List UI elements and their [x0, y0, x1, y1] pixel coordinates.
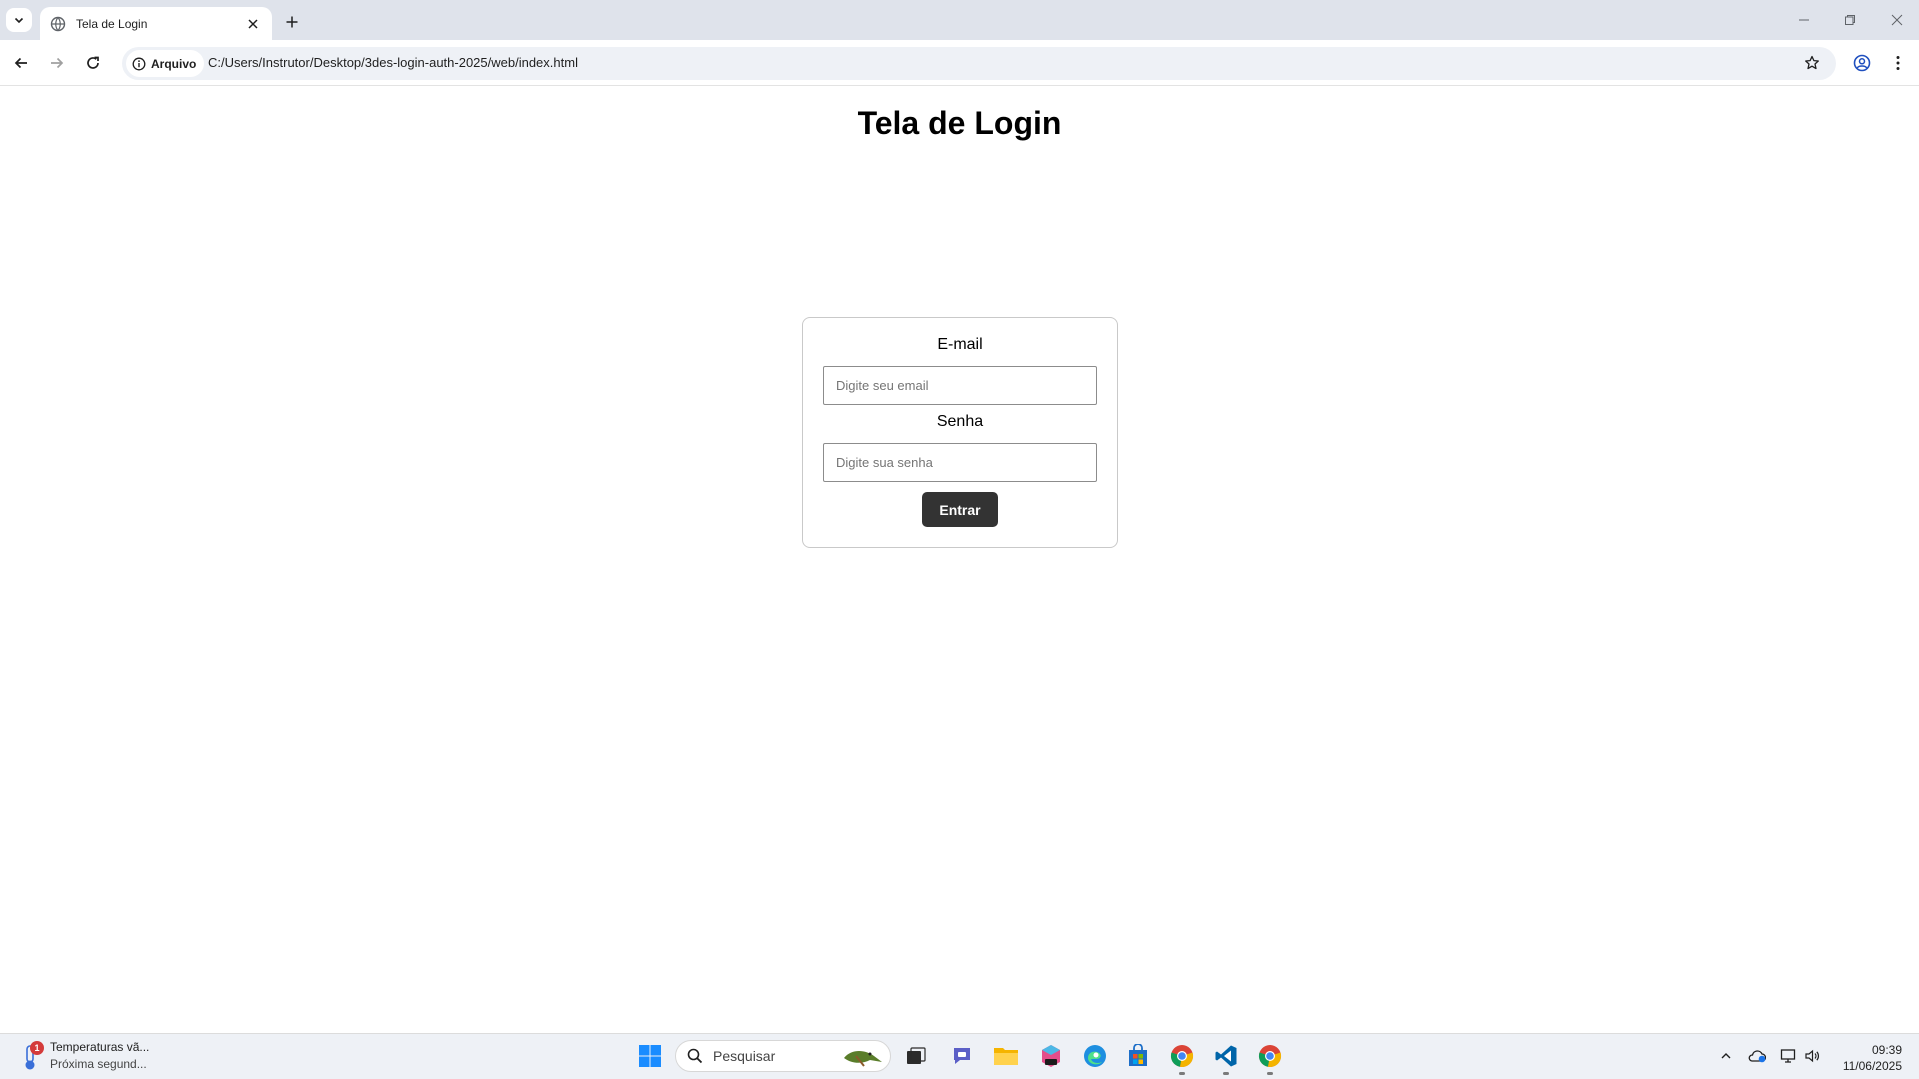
close-icon	[248, 18, 258, 29]
taskbar-search[interactable]: Pesquisar	[675, 1040, 891, 1072]
search-icon	[687, 1048, 703, 1064]
notification-badge: 1	[30, 1040, 44, 1055]
speaker-icon	[1805, 1049, 1820, 1063]
weather-widget[interactable]: 1 Temperaturas vã... Próxima segund...	[18, 1040, 149, 1071]
task-view-button[interactable]	[900, 1040, 932, 1072]
new-tab-button[interactable]	[280, 10, 304, 34]
chrome-app[interactable]	[1254, 1040, 1286, 1072]
tab-title: Tela de Login	[76, 16, 148, 31]
microsoft-365-icon	[1042, 1045, 1060, 1067]
profile-button[interactable]	[1849, 50, 1875, 76]
minimize-button[interactable]	[1792, 8, 1816, 32]
globe-icon	[50, 16, 66, 31]
microsoft-store-app[interactable]	[1122, 1040, 1154, 1072]
plus-icon	[286, 16, 298, 28]
network-icon	[1780, 1049, 1796, 1063]
restore-icon	[1845, 15, 1855, 25]
back-button[interactable]	[8, 50, 34, 76]
email-field[interactable]	[823, 366, 1097, 405]
password-field[interactable]	[823, 443, 1097, 482]
cloud-icon	[1748, 1050, 1766, 1063]
chrome-app[interactable]	[1166, 1040, 1198, 1072]
tab-close-button[interactable]	[244, 15, 262, 33]
chevron-down-icon	[14, 17, 24, 24]
account-icon	[1853, 54, 1871, 72]
running-indicator	[1179, 1072, 1185, 1075]
volume-tray[interactable]	[1801, 1045, 1823, 1067]
start-button[interactable]	[634, 1040, 666, 1072]
search-placeholder: Pesquisar	[713, 1048, 776, 1064]
reload-icon	[87, 56, 99, 69]
network-tray[interactable]	[1778, 1045, 1800, 1067]
forward-button[interactable]	[44, 50, 70, 76]
minimize-icon	[1799, 19, 1809, 21]
url-text[interactable]: C:/Users/Instrutor/Desktop/3des-login-au…	[208, 55, 578, 70]
show-hidden-icons-button[interactable]	[1715, 1045, 1737, 1067]
chat-app[interactable]	[946, 1040, 978, 1072]
chrome-icon	[1170, 1045, 1194, 1067]
running-indicator	[1267, 1072, 1273, 1075]
clock-date: 11/06/2025	[1842, 1059, 1902, 1073]
microsoft-365-app[interactable]	[1035, 1040, 1067, 1072]
system-clock[interactable]: 09:39 11/06/2025	[1832, 1042, 1902, 1074]
vscode-app[interactable]	[1210, 1040, 1242, 1072]
bird-illustration-icon	[844, 1051, 882, 1067]
bookmark-button[interactable]	[1799, 50, 1825, 76]
store-icon	[1129, 1044, 1147, 1066]
edge-browser-app[interactable]	[1079, 1040, 1111, 1072]
email-label: E-mail	[937, 336, 983, 353]
clock-time: 09:39	[1871, 1043, 1902, 1057]
browser-tab[interactable]: Tela de Login	[40, 7, 272, 40]
windows-start-icon	[639, 1045, 661, 1067]
file-explorer-app[interactable]	[990, 1040, 1022, 1072]
chevron-up-icon	[1721, 1053, 1731, 1059]
restore-button[interactable]	[1838, 8, 1862, 32]
task-view-icon	[907, 1047, 926, 1064]
security-label: Arquivo	[151, 56, 197, 71]
onedrive-tray[interactable]	[1746, 1045, 1768, 1067]
arrow-right-icon	[51, 57, 64, 69]
reload-button[interactable]	[80, 50, 106, 76]
password-label: Senha	[936, 413, 984, 430]
close-icon	[1891, 14, 1903, 26]
folder-icon	[994, 1048, 1018, 1065]
menu-button[interactable]	[1885, 50, 1911, 76]
thermometer-icon: 1	[18, 1040, 44, 1071]
chrome-icon	[1258, 1045, 1282, 1067]
site-info-chip[interactable]: Arquivo	[126, 50, 205, 77]
page-title: Tela de Login	[857, 105, 1062, 141]
more-vertical-icon	[1896, 56, 1900, 70]
tab-search-button[interactable]	[6, 8, 32, 32]
vscode-icon	[1215, 1045, 1237, 1067]
edge-icon	[1084, 1045, 1106, 1067]
login-button[interactable]: Entrar	[922, 492, 998, 527]
running-indicator	[1223, 1072, 1229, 1075]
weather-subtitle: Próxima segund...	[50, 1057, 147, 1071]
weather-title: Temperaturas vã...	[50, 1040, 150, 1054]
chat-icon	[954, 1048, 970, 1064]
close-window-button[interactable]	[1885, 8, 1909, 32]
arrow-left-icon	[14, 57, 27, 69]
star-icon	[1805, 55, 1819, 70]
info-icon	[132, 57, 146, 70]
